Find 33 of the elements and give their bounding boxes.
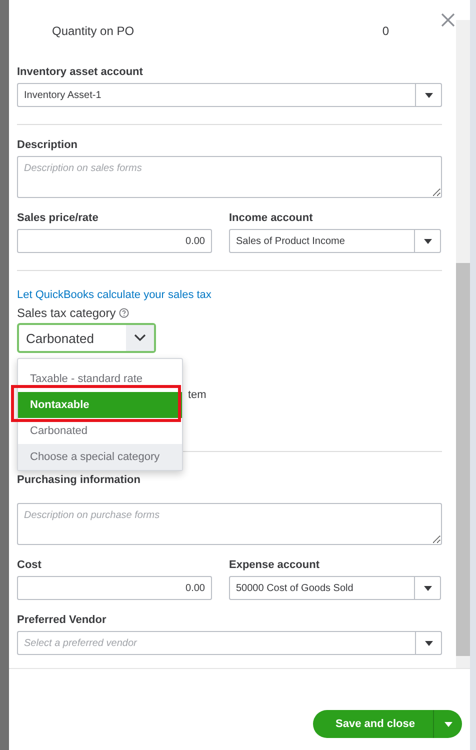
field-label: Inventory asset account xyxy=(17,66,144,78)
sales-tax-link[interactable]: Let QuickBooks calculate your sales tax xyxy=(17,289,212,301)
menu-option[interactable]: Choose a special category xyxy=(18,444,182,470)
purchase-description-field[interactable]: Description on purchase forms xyxy=(17,503,442,545)
quantity-value: 0 xyxy=(382,24,389,38)
scrollbar-thumb[interactable] xyxy=(456,263,470,656)
field-label: Cost xyxy=(17,559,42,571)
menu-option[interactable]: Nontaxable xyxy=(18,392,182,418)
caret-icon xyxy=(424,640,432,646)
description-field[interactable]: Description on sales forms xyxy=(17,156,442,198)
field-label: Income account xyxy=(229,212,314,224)
caret-icon xyxy=(444,722,452,726)
dropdown-field[interactable]: Sales of Product Income xyxy=(229,229,441,253)
checkbox-label: tem xyxy=(188,389,206,401)
save-and-close-button[interactable]: Save and close xyxy=(312,710,462,738)
chevron-down-icon xyxy=(134,334,146,342)
price-field[interactable]: 0.00 xyxy=(17,229,212,253)
cost-field[interactable]: 0.00 xyxy=(17,576,212,600)
dropdown-field[interactable]: Inventory Asset-1 xyxy=(17,83,442,107)
field-label: Description xyxy=(17,139,79,151)
field-label: Sales tax category xyxy=(17,306,116,320)
section-heading: Purchasing information xyxy=(17,474,142,486)
field-label: Quantity on PO xyxy=(52,24,134,38)
caret-icon xyxy=(424,586,432,590)
help-icon[interactable] xyxy=(118,308,129,318)
caret-icon xyxy=(424,238,432,244)
field-label: Sales price/rate xyxy=(17,212,100,224)
close-button[interactable] xyxy=(440,12,456,28)
dropdown-field[interactable]: 50000 Cost of Goods Sold xyxy=(229,576,441,600)
tax-category-dropdown[interactable]: Carbonated xyxy=(17,323,156,353)
caret-icon xyxy=(424,92,432,98)
field-label: Preferred Vendor xyxy=(17,614,108,626)
field-label: Expense account xyxy=(229,559,320,571)
